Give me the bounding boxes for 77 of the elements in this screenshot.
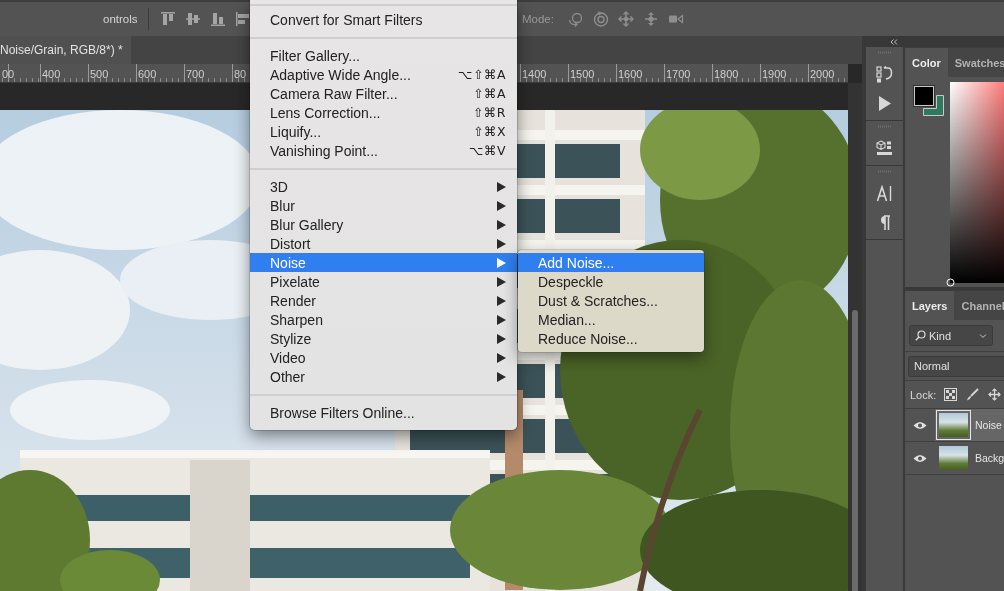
brush-icon[interactable]	[966, 388, 980, 401]
panel-tab[interactable]: Channel	[954, 291, 1004, 320]
keyboard-shortcut: ⌥⇧⌘A	[458, 67, 506, 82]
mode-label: Mode:	[522, 13, 554, 25]
transform-controls-label: ontrols	[103, 13, 138, 25]
panel-tab[interactable]: Layers	[905, 291, 955, 320]
vertical-scrollbar[interactable]	[848, 83, 862, 591]
kind-filter-dropdown[interactable]: Kind	[909, 325, 993, 346]
eye-icon[interactable]	[913, 453, 927, 463]
ruler-number: 1400	[522, 67, 547, 81]
menu-item[interactable]: Adaptive Wide Angle... ⌥⇧⌘A	[250, 65, 517, 84]
picker-ring-icon[interactable]	[946, 278, 955, 287]
menu-item[interactable]: Sharpen	[250, 310, 517, 329]
keyboard-shortcut: ⇧⌘A	[472, 86, 506, 101]
foreground-swatch-icon[interactable]	[914, 86, 934, 106]
menu-item[interactable]: Dust & Scratches...	[518, 291, 704, 310]
ruler-number: 500	[90, 67, 109, 81]
layer-thumbnail	[936, 443, 971, 473]
menu-item[interactable]: Stylize	[250, 329, 517, 348]
ruler-number: 1900	[762, 67, 787, 81]
menu-item[interactable]: Add Noise...	[518, 253, 704, 272]
align-top-icon[interactable]	[159, 11, 176, 27]
menu-item[interactable]: Median...	[518, 310, 704, 329]
ruler-number: 1700	[666, 67, 691, 81]
layer-thumbnail	[936, 410, 971, 440]
ruler-number: 1800	[714, 67, 739, 81]
menu-item[interactable]: Blur	[250, 196, 517, 215]
checkerboard-icon[interactable]	[944, 388, 958, 401]
panel-tab[interactable]: Color	[905, 48, 948, 77]
move-arrows-icon[interactable]	[988, 388, 1002, 401]
keyboard-shortcut: ⇧⌘R	[472, 105, 506, 120]
history-icon[interactable]	[876, 66, 893, 83]
ruler-number: 00	[2, 67, 15, 81]
keyboard-shortcut: ⌥⌘V	[469, 143, 506, 158]
align-bottom-icon[interactable]	[209, 11, 226, 27]
keyboard-shortcut: ⇧⌘X	[472, 124, 506, 139]
blend-mode-dropdown[interactable]: Normal	[908, 355, 1004, 377]
menu-item[interactable]: Noise	[250, 253, 517, 272]
menu-item[interactable]: Blur Gallery	[250, 215, 517, 234]
menu-item[interactable]: Reduce Noise...	[518, 329, 704, 348]
menu-item[interactable]: Distort	[250, 234, 517, 253]
background-swatch-icon[interactable]	[923, 95, 944, 116]
ruler-number: 1600	[618, 67, 643, 81]
layer-name: Backg	[975, 452, 1004, 464]
menu-item[interactable]: Despeckle	[518, 272, 704, 291]
play-icon[interactable]	[876, 95, 893, 112]
layer-name: Noise	[975, 419, 1002, 431]
ruler-number: 80	[234, 67, 247, 81]
chevron-down-icon	[979, 331, 987, 340]
layer-item[interactable]: Noise	[935, 409, 1004, 441]
menu-item[interactable]: Other	[250, 367, 517, 386]
menu-item[interactable]: Filter Gallery...	[250, 46, 517, 65]
menu-item[interactable]: Video	[250, 348, 517, 367]
menu-item[interactable]: Camera Raw Filter... ⇧⌘A	[250, 84, 517, 103]
menu-item[interactable]: Lens Correction... ⇧⌘R	[250, 103, 517, 122]
menu-item[interactable]: Convert for Smart Filters	[250, 10, 517, 29]
ruler-number: 2000	[810, 67, 835, 81]
menu-item[interactable]: Pixelate	[250, 272, 517, 291]
lock-label: Lock:	[910, 388, 937, 401]
search-icon	[915, 330, 926, 341]
ruler-number: 1500	[570, 67, 595, 81]
align-middle-icon[interactable]	[184, 11, 201, 27]
menu-item[interactable]: Liquify... ⇧⌘X	[250, 122, 517, 141]
double-chevron-left-icon[interactable]	[890, 38, 898, 45]
ruler-number: 400	[42, 67, 61, 81]
eye-icon[interactable]	[913, 420, 927, 430]
cube-list-icon[interactable]	[876, 140, 893, 157]
menu-item[interactable]: Vanishing Point... ⌥⌘V	[250, 141, 517, 160]
menu-item[interactable]: Browse Filters Online...	[250, 403, 517, 422]
scrollbar-thumb[interactable]	[852, 310, 858, 591]
menu-item[interactable]: 3D	[250, 177, 517, 196]
ruler-number: 600	[138, 67, 157, 81]
align-left-icon[interactable]	[234, 11, 251, 27]
document-tab[interactable]: Noise/Grain, RGB/8*) *	[0, 36, 131, 64]
ruler-number: 700	[186, 67, 205, 81]
character-panel-icon[interactable]	[876, 185, 893, 202]
menu-item[interactable]: Render	[250, 291, 517, 310]
